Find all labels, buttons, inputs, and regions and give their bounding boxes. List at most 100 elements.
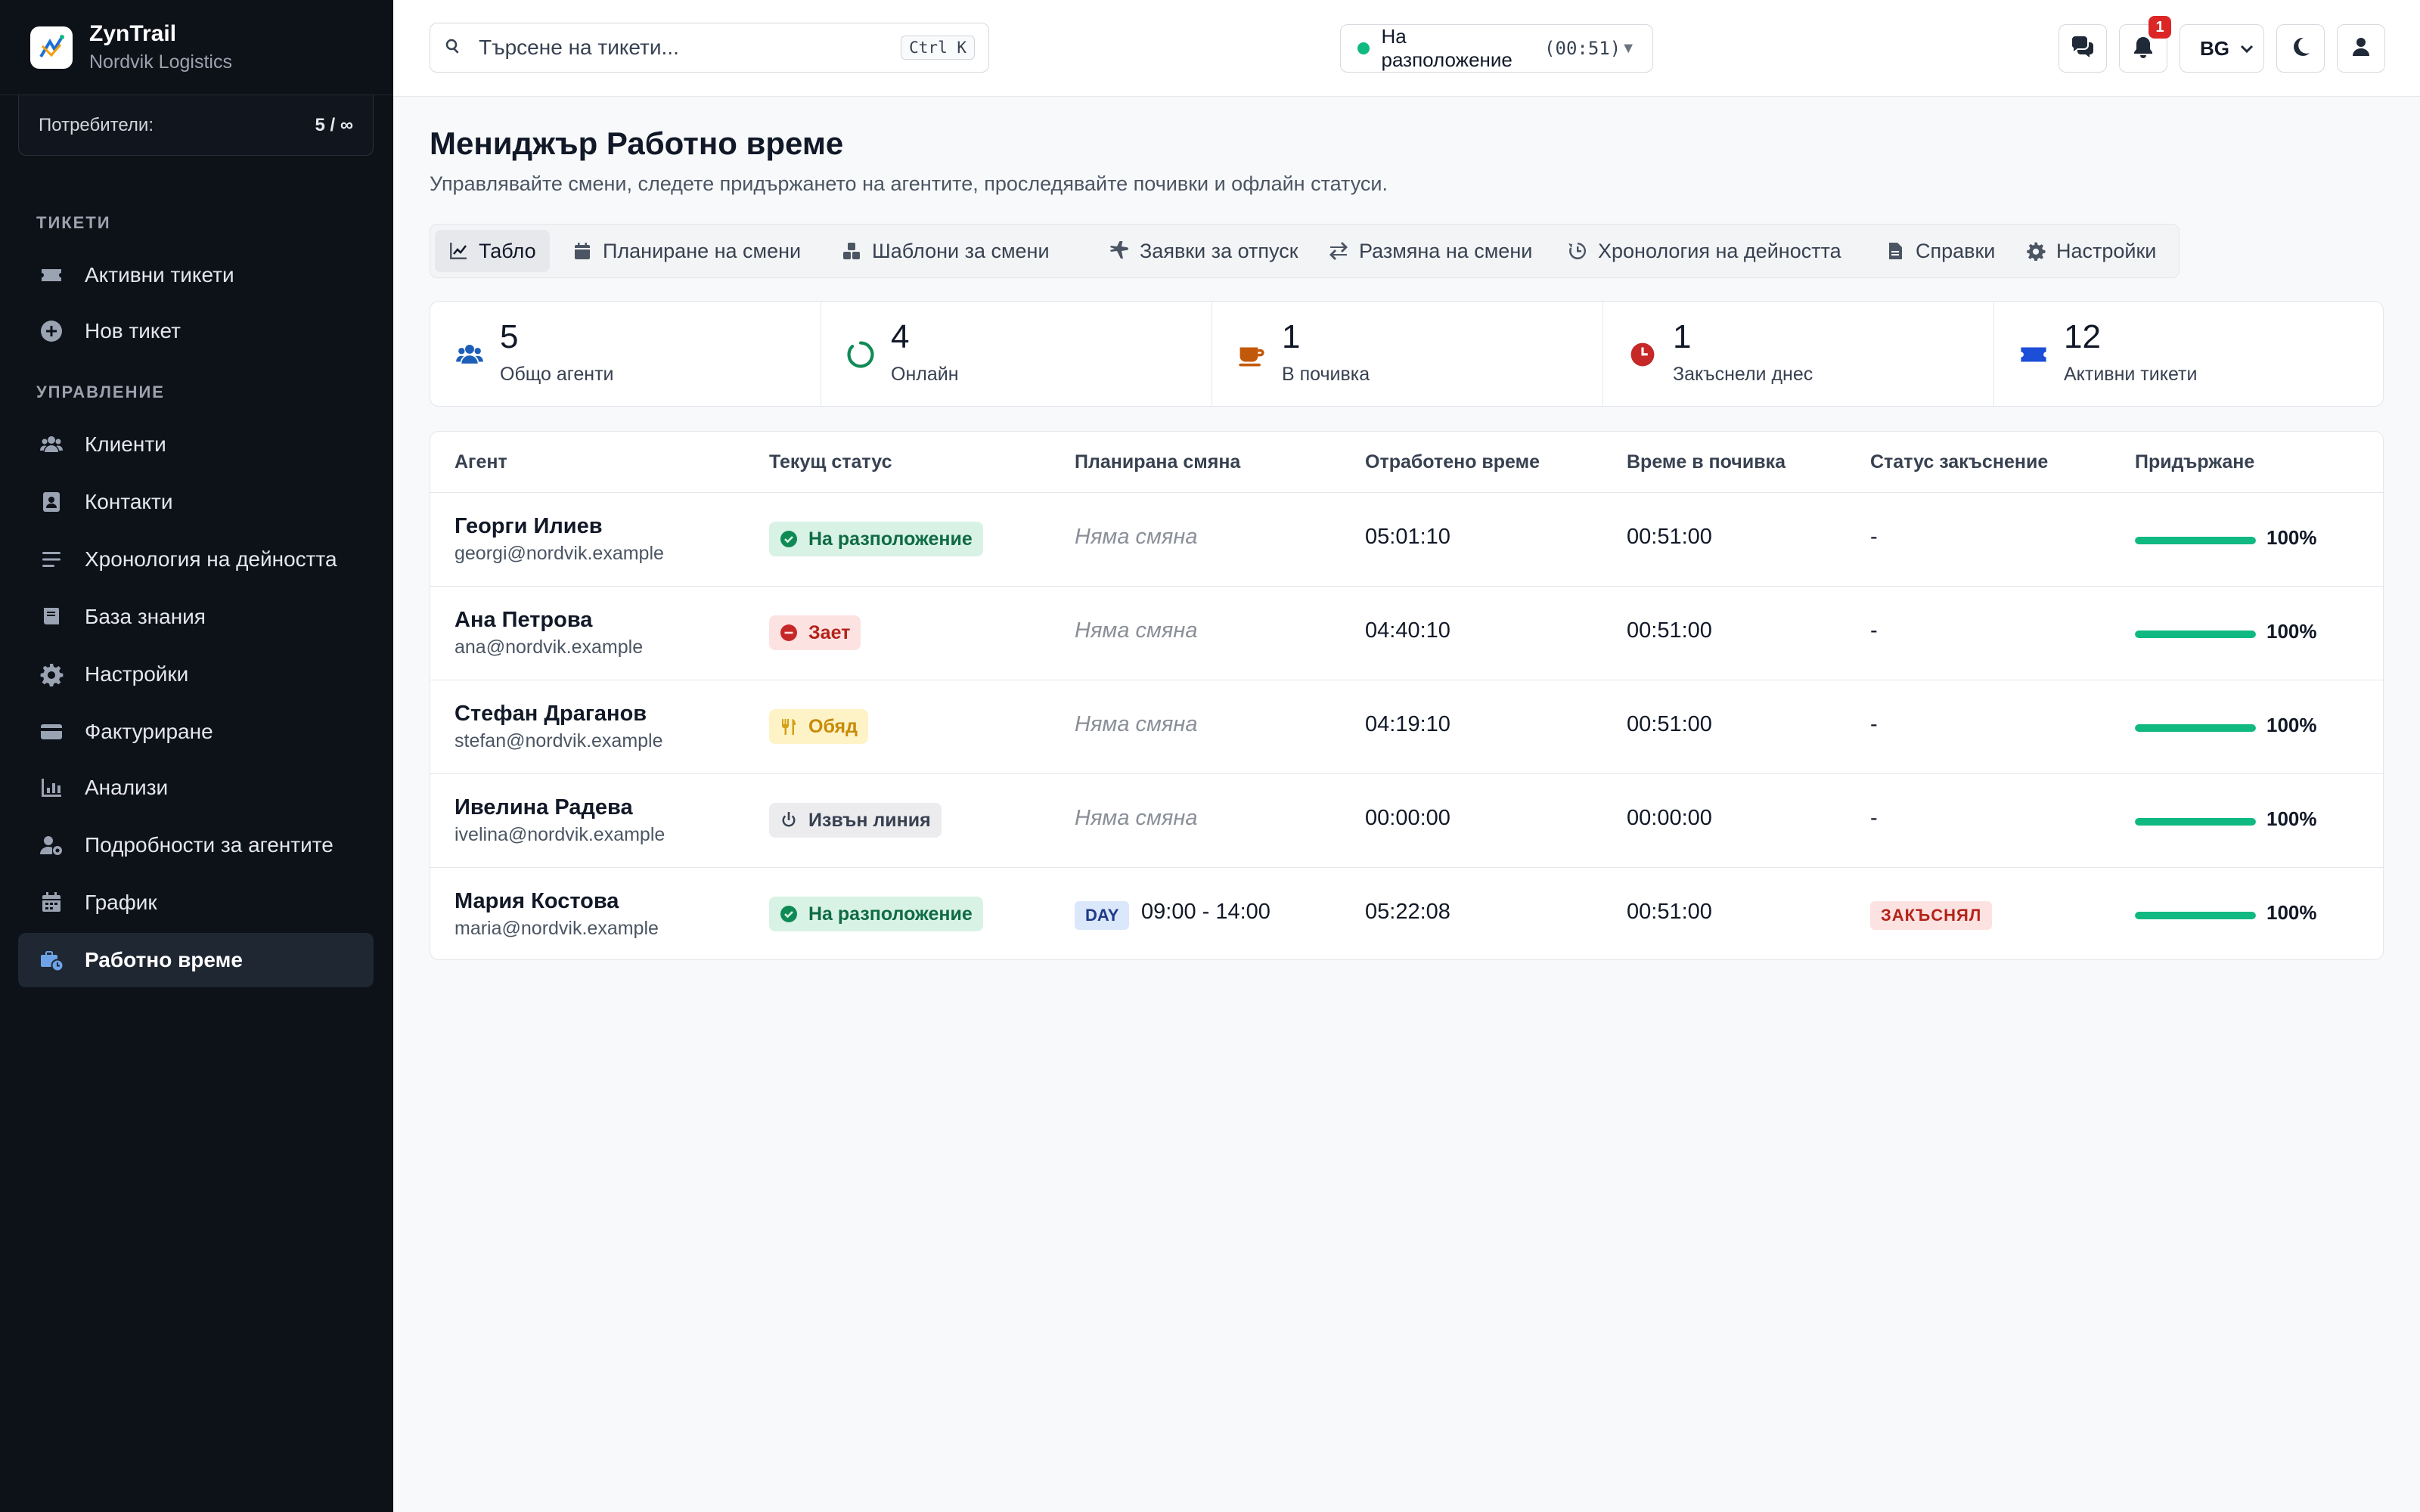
sidebar-item-agent-details[interactable]: Подробности за агентите	[18, 818, 374, 872]
sidebar-item-active-tickets[interactable]: Активни тикети	[18, 248, 374, 302]
column-header-status: Текущ статус	[769, 451, 892, 472]
tab-dashboard[interactable]: Табло	[435, 230, 550, 272]
clock-icon	[1627, 339, 1658, 370]
theme-toggle-button[interactable]	[2276, 24, 2325, 73]
shift-type-badge: DAY	[1075, 901, 1130, 930]
adherence-bar	[2135, 631, 2256, 638]
presence-status-dropdown[interactable]: На разположение (00:51) ▼	[1340, 24, 1653, 73]
presence-dot	[1357, 42, 1370, 54]
status-label: Обяд	[808, 715, 858, 737]
presence-timer: (00:51)	[1544, 38, 1621, 59]
planned-shift: 09:00 - 14:00	[1141, 900, 1270, 924]
credit-card-icon	[38, 718, 65, 745]
sidebar-item-label: Настройки	[85, 662, 189, 686]
table-row[interactable]: Ивелина Радева ivelina@nordvik.example И…	[430, 774, 2383, 868]
table-row[interactable]: Ана Петрова ana@nordvik.example Зает Ням…	[430, 587, 2383, 680]
worked-time: 05:22:08	[1365, 900, 1450, 924]
notification-count-badge: 1	[2149, 16, 2171, 39]
status-badge: Обяд	[769, 709, 869, 744]
agent-name: Стефан Драганов	[455, 702, 647, 726]
agent-email: georgi@nordvik.example	[455, 543, 664, 564]
tab-shift-templates[interactable]: Шаблони за смени	[828, 230, 1063, 272]
sidebar-item-clients[interactable]: Клиенти	[18, 417, 374, 472]
planned-shift: Няма смяна	[1075, 525, 1198, 549]
sidebar-item-schedule[interactable]: График	[18, 875, 374, 930]
search-box[interactable]: Ctrl K	[430, 23, 989, 73]
break-time: 00:51:00	[1627, 900, 1712, 924]
ticket-icon	[38, 262, 65, 289]
sidebar-item-knowledge-base[interactable]: База знания	[18, 590, 374, 644]
page-title: Мениджър Работно време	[430, 125, 844, 161]
agent-name: Мария Костова	[455, 889, 619, 913]
caret-down-icon: ▼	[1621, 39, 1636, 57]
adherence-bar-fill	[2135, 537, 2256, 544]
status-label: На разположение	[808, 528, 973, 550]
file-icon	[1889, 243, 1902, 259]
utensils-icon	[782, 719, 796, 735]
status-badge: Зает	[769, 615, 861, 650]
sidebar-item-label: Анализи	[85, 776, 169, 799]
chat-button[interactable]	[2059, 24, 2107, 73]
adherence-bar	[2135, 724, 2256, 732]
sidebar-item-work-time[interactable]: Работно време	[18, 933, 374, 987]
break-time: 00:51:00	[1627, 712, 1712, 736]
sidebar-item-analytics[interactable]: Анализи	[18, 761, 374, 815]
sidebar: ZynTrail Nordvik Logistics Потребители: …	[0, 0, 393, 1512]
stat-late-today: 1 Закъснели днес	[1603, 302, 1993, 406]
stat-label: Онлайн	[891, 364, 959, 385]
late-status: -	[1870, 525, 1878, 549]
adherence-percent: 100%	[2266, 526, 2317, 549]
sidebar-item-billing[interactable]: Фактуриране	[18, 705, 374, 759]
sidebar-item-settings[interactable]: Настройки	[18, 647, 374, 702]
status-label: На разположение	[808, 903, 973, 925]
sidebar-item-contacts[interactable]: Контакти	[18, 475, 374, 529]
table-row[interactable]: Мария Костова maria@nordvik.example На р…	[430, 868, 2383, 959]
tab-label: Хронология на дейността	[1598, 239, 1841, 262]
tab-label: Планиране на смени	[603, 239, 802, 262]
tab-shift-swap[interactable]: Размяна на смени	[1315, 230, 1546, 272]
calendar-icon	[575, 243, 590, 259]
stat-value: 1	[1282, 318, 1301, 355]
gear-icon	[38, 661, 65, 688]
brand[interactable]: ZynTrail Nordvik Logistics	[0, 0, 393, 95]
adherence-bar-fill	[2135, 631, 2256, 638]
users-icon	[455, 339, 485, 370]
profile-button[interactable]	[2337, 24, 2385, 73]
tab-label: Размяна на смени	[1359, 239, 1533, 262]
sidebar-item-label: График	[85, 891, 157, 914]
tab-shift-planning[interactable]: Планиране на смени	[559, 230, 814, 272]
check-circle-icon	[780, 531, 797, 547]
break-time: 00:00:00	[1627, 806, 1712, 830]
status-badge: На разположение	[769, 522, 983, 556]
top-bar: Ctrl K На разположение (00:51) ▼ 1 BG	[393, 0, 2420, 97]
address-book-icon	[38, 488, 65, 516]
late-status: -	[1870, 806, 1878, 830]
notifications-button[interactable]: 1	[2119, 16, 2171, 73]
tab-activity-history[interactable]: Хронология на дейността	[1554, 230, 1855, 272]
column-header-agent: Агент	[455, 451, 507, 472]
break-time: 00:51:00	[1627, 618, 1712, 643]
brand-name: ZynTrail	[89, 21, 177, 46]
planned-shift: Няма смяна	[1075, 806, 1198, 830]
agent-email: ana@nordvik.example	[455, 637, 644, 658]
chart-icon	[38, 774, 65, 801]
sidebar-item-new-ticket[interactable]: Нов тикет	[18, 304, 374, 358]
language-select[interactable]: BG	[2180, 24, 2264, 73]
presence-label: На разположение	[1381, 25, 1512, 71]
table-row[interactable]: Георги Илиев georgi@nordvik.example На р…	[430, 493, 2383, 587]
sidebar-item-label: Активни тикети	[85, 263, 234, 287]
coffee-icon	[1236, 339, 1267, 370]
planned-shift: Няма смяна	[1075, 618, 1198, 643]
list-icon	[38, 546, 65, 573]
table-row[interactable]: Стефан Драганов stefan@nordvik.example О…	[430, 680, 2383, 774]
sidebar-item-activity-log[interactable]: Хронология на дейността	[18, 532, 374, 587]
stat-active-tickets: 12 Активни тикети	[1994, 302, 2384, 406]
agent-name: Ивелина Радева	[455, 795, 633, 820]
search-input[interactable]	[479, 36, 901, 60]
tab-reports[interactable]: Справки	[1872, 230, 2009, 272]
agent-name: Ана Петрова	[455, 608, 593, 632]
tab-leave-requests[interactable]: Заявки за отпуск	[1096, 230, 1312, 272]
circle-notch-icon	[845, 339, 876, 370]
agents-table: Агент Текущ статус Планирана смяна Отраб…	[430, 431, 2384, 960]
tab-settings[interactable]: Настройки	[2012, 230, 2170, 272]
